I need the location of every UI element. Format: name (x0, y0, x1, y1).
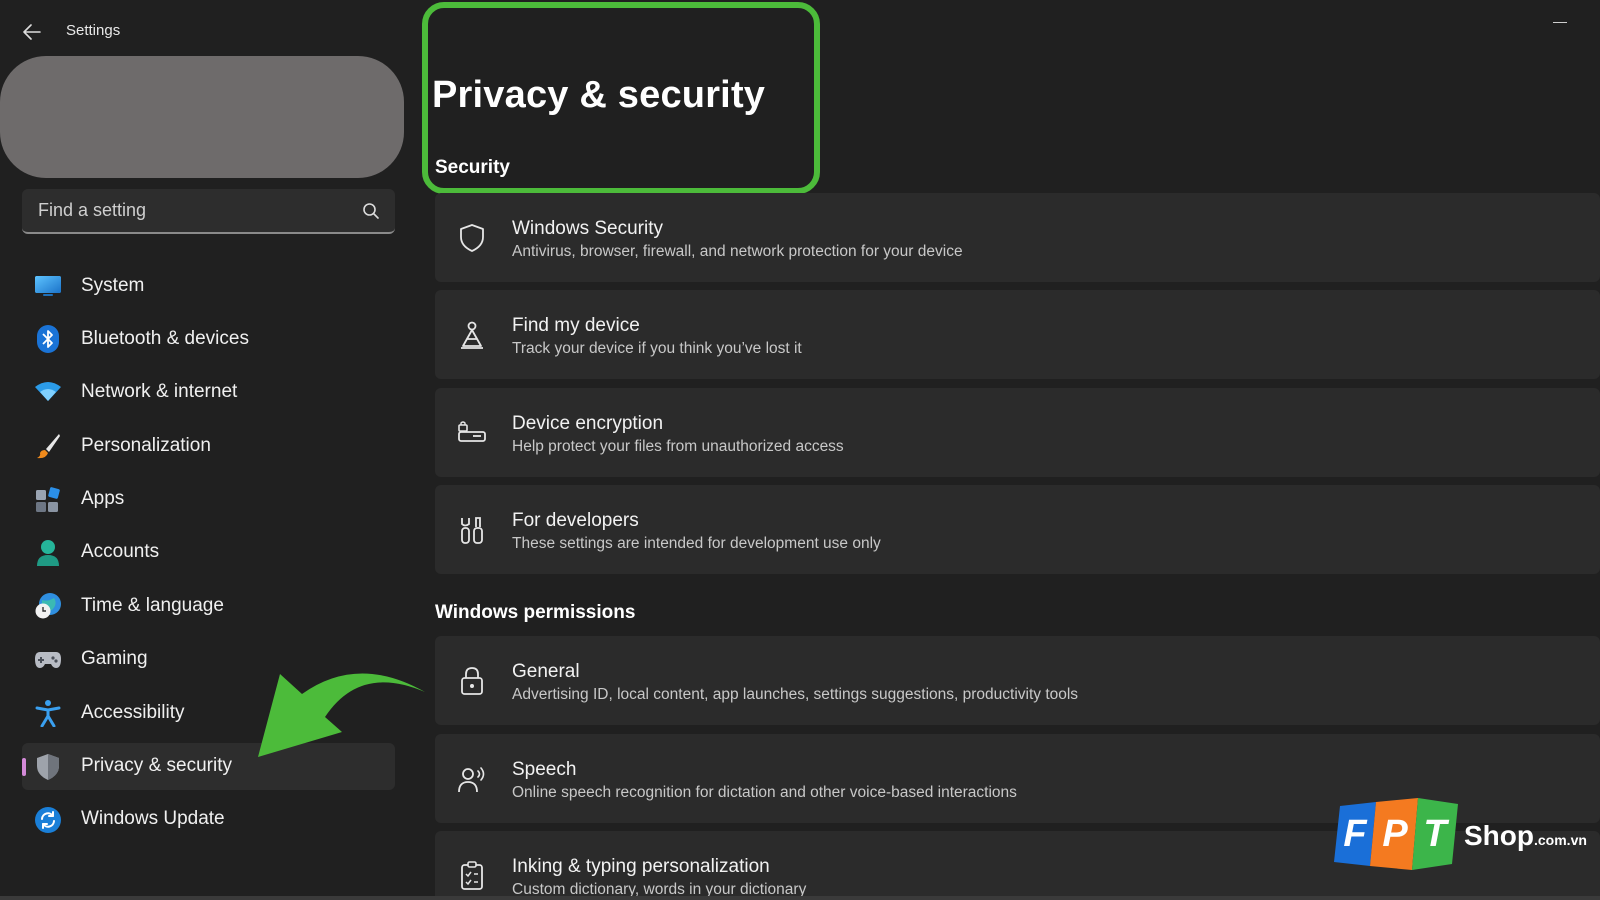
sidebar-item-windows-update[interactable]: Windows Update (22, 796, 395, 843)
card-title: Windows Security (512, 218, 663, 239)
sidebar-item-network[interactable]: Network & internet (22, 369, 395, 416)
find-my-device-card[interactable]: Find my device Track your device if you … (435, 290, 1600, 379)
shield-outline-icon (457, 223, 487, 253)
fpt-shop-logo: F P T Shop.com.vn (1334, 798, 1594, 878)
logo-text: Shop.com.vn (1464, 820, 1587, 852)
minimize-button[interactable] (1540, 8, 1580, 36)
sidebar-item-label: Accounts (81, 541, 160, 563)
update-icon (34, 806, 62, 834)
logo-letter-t: T (1423, 813, 1449, 855)
sidebar-item-label: Time & language (81, 594, 224, 616)
card-description: Online speech recognition for dictation … (512, 784, 1017, 801)
sidebar-item-label: Privacy & security (81, 755, 232, 777)
sidebar-item-label: Gaming (81, 648, 148, 670)
card-description: Track your device if you think you’ve lo… (512, 340, 802, 357)
card-title: General (512, 661, 580, 682)
encryption-icon (457, 418, 487, 448)
sidebar-item-label: System (81, 274, 145, 296)
sidebar-item-label: Accessibility (81, 701, 185, 723)
back-button[interactable] (18, 18, 46, 46)
card-description: These settings are intended for developm… (512, 535, 881, 552)
apps-icon (34, 486, 62, 514)
minimize-icon (1553, 21, 1567, 23)
wifi-icon (34, 379, 62, 407)
sidebar-item-time-language[interactable]: Time & language (22, 582, 395, 629)
find-device-icon (457, 320, 487, 350)
sidebar-item-label: Windows Update (81, 808, 225, 830)
card-description: Antivirus, browser, firewall, and networ… (512, 243, 963, 260)
sidebar-item-apps[interactable]: Apps (22, 476, 395, 523)
card-title: Speech (512, 759, 577, 780)
card-description: Help protect your files from unauthorize… (512, 438, 844, 455)
sidebar-item-personalization[interactable]: Personalization (22, 422, 395, 469)
brush-icon (34, 432, 62, 460)
section-title-security: Security (435, 157, 510, 178)
shield-icon (34, 753, 62, 781)
bluetooth-icon (34, 325, 62, 354)
search-icon[interactable] (361, 201, 381, 221)
sidebar-item-system[interactable]: System (22, 262, 395, 309)
fpt-logo-mark: F P T (1334, 798, 1458, 870)
bottom-edge (0, 896, 1600, 900)
sidebar-item-label: Personalization (81, 434, 211, 456)
clipboard-icon (457, 861, 487, 891)
sidebar-item-label: Network & internet (81, 381, 238, 403)
card-description: Advertising ID, local content, app launc… (512, 686, 1079, 703)
search-box (22, 189, 395, 234)
speech-icon (457, 764, 487, 794)
general-card[interactable]: General Advertising ID, local content, a… (435, 636, 1600, 725)
sidebar-item-accounts[interactable]: Accounts (22, 529, 395, 576)
lock-icon (457, 666, 487, 696)
app-title: Settings (66, 22, 121, 39)
card-title: Find my device (512, 315, 640, 336)
back-arrow-icon (23, 24, 41, 40)
card-title: Device encryption (512, 413, 664, 434)
sidebar-item-label: Bluetooth & devices (81, 327, 249, 349)
title-bar: Settings (0, 0, 1600, 56)
card-title: Inking & typing personalization (512, 856, 770, 877)
user-profile-card[interactable] (0, 56, 404, 178)
windows-security-card[interactable]: Windows Security Antivirus, browser, fir… (435, 193, 1600, 282)
accessibility-icon (34, 699, 62, 728)
logo-brand: Shop (1464, 820, 1534, 851)
developer-tools-icon (457, 515, 487, 545)
section-title-windows-permissions: Windows permissions (435, 602, 636, 623)
logo-letter-f: F (1343, 813, 1368, 855)
sidebar-item-label: Apps (81, 488, 125, 510)
sidebar-item-bluetooth[interactable]: Bluetooth & devices (22, 315, 395, 362)
logo-domain: .com.vn (1534, 832, 1587, 848)
annotation-arrow (258, 673, 425, 757)
person-icon (34, 539, 62, 567)
search-input[interactable] (22, 189, 395, 232)
for-developers-card[interactable]: For developers These settings are intend… (435, 485, 1600, 574)
card-title: For developers (512, 510, 639, 531)
monitor-icon (34, 272, 62, 300)
globe-clock-icon (34, 592, 62, 620)
device-encryption-card[interactable]: Device encryption Help protect your file… (435, 388, 1600, 477)
logo-letter-p: P (1382, 813, 1408, 855)
page-title: Privacy & security (432, 74, 766, 116)
gamepad-icon (34, 646, 62, 674)
